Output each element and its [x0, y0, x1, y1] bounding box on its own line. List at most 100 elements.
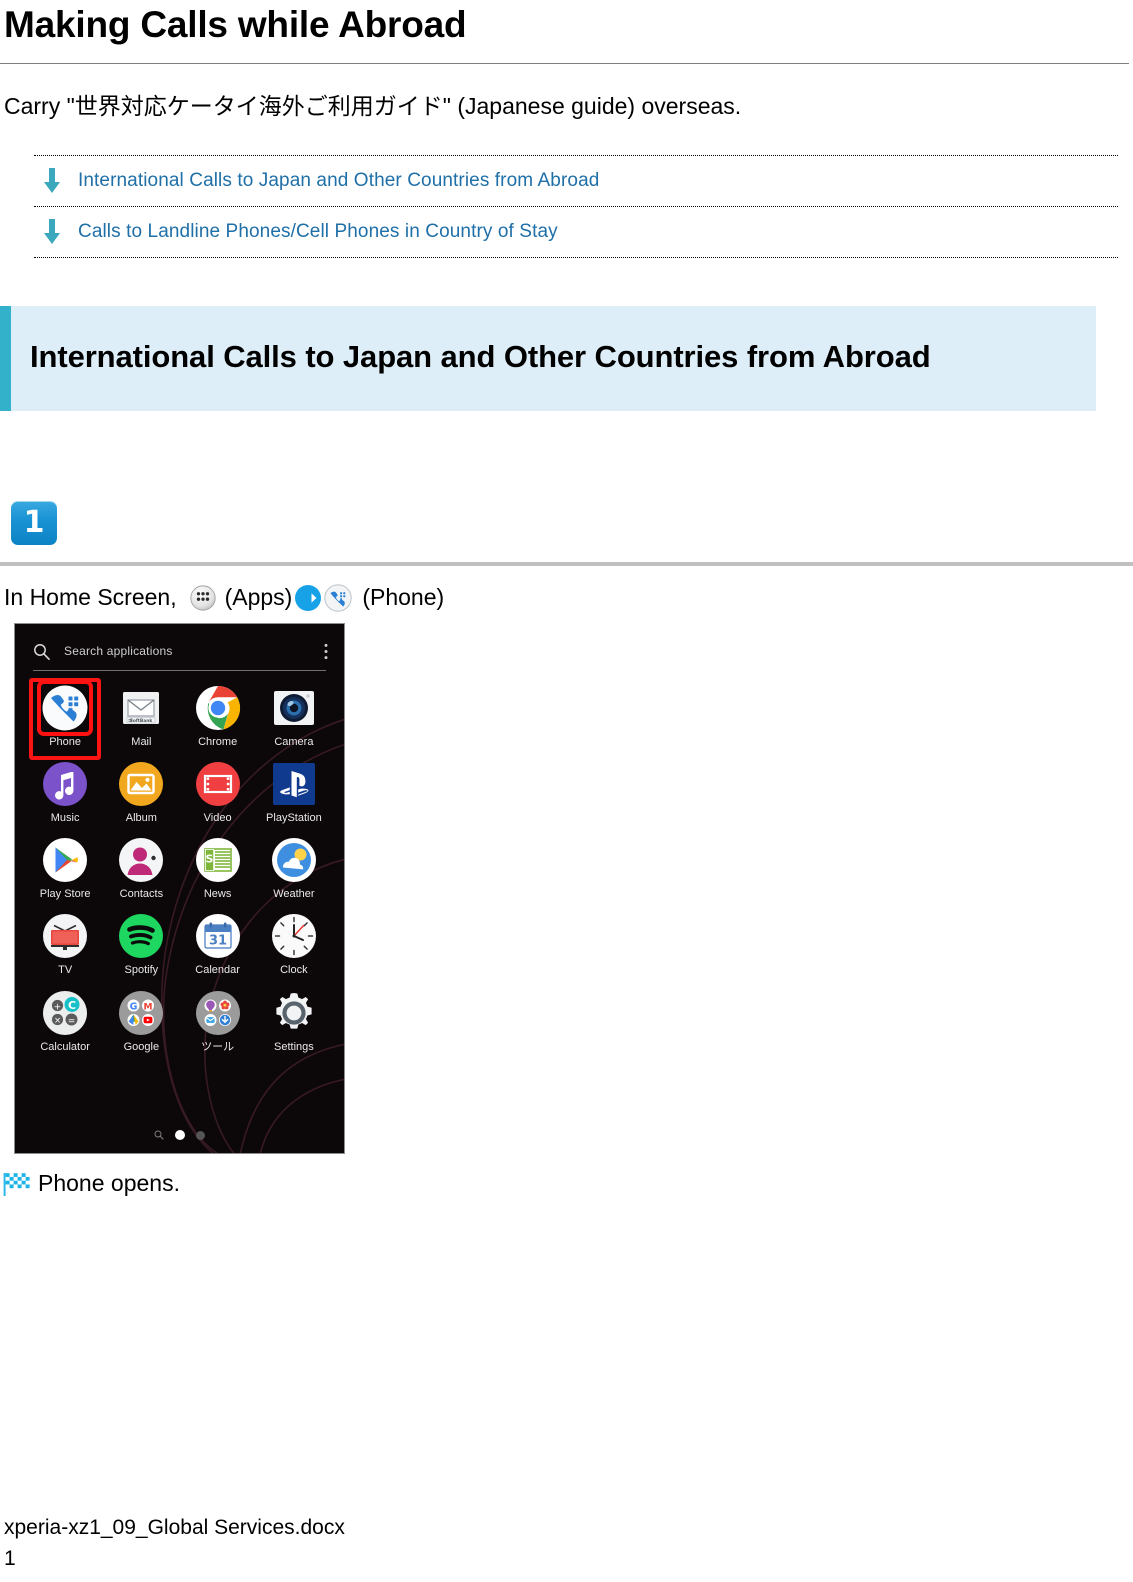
footer: xperia-xz1_09_Global Services.docx 1	[4, 1513, 345, 1574]
app-label: Google	[123, 1040, 160, 1053]
arrow-right-circle-icon	[295, 585, 322, 612]
step-result-text: Phone opens.	[38, 1170, 180, 1197]
svg-text:31: 31	[209, 934, 227, 949]
app-cell-google-folder[interactable]: G M Google	[103, 989, 179, 1053]
app-cell-playstation[interactable]: PlayStation	[256, 760, 332, 824]
app-cell-phone[interactable]: Phone	[27, 678, 103, 761]
search-applications-bar[interactable]: Search applications	[27, 638, 332, 664]
app-cell-video[interactable]: Video	[180, 760, 256, 824]
app-cell-chrome[interactable]: Chrome	[180, 684, 256, 748]
search-icon[interactable]	[154, 1130, 164, 1140]
page-dot[interactable]	[196, 1130, 205, 1140]
contacts-app-icon	[119, 838, 164, 883]
step-number-badge: 1	[11, 501, 57, 546]
app-label: PlayStation	[266, 812, 322, 825]
app-cell-play-store[interactable]: Play Store	[27, 836, 103, 900]
section-heading-band: International Calls to Japan and Other C…	[0, 305, 1096, 412]
phone-app-icon	[37, 680, 94, 737]
tools-folder-icon	[195, 990, 240, 1035]
google-folder-icon: G M	[119, 990, 164, 1035]
app-cell-tv[interactable]: TV	[27, 912, 103, 976]
app-cell-mail[interactable]: SoftBank Mail	[103, 684, 179, 748]
svg-text:C: C	[68, 998, 76, 1011]
overflow-menu-icon[interactable]	[324, 643, 328, 660]
app-cell-calendar[interactable]: 31 Calendar	[180, 912, 256, 976]
phone-app-icon	[324, 584, 352, 612]
chrome-app-icon	[195, 686, 240, 731]
svg-text:+: +	[54, 1002, 62, 1012]
app-label: Calculator	[40, 1040, 90, 1053]
spotify-app-icon	[119, 914, 164, 959]
search-input[interactable]: Search applications	[64, 644, 324, 658]
step-instruction-prefix: In Home Screen,	[4, 584, 177, 611]
app-cell-spotify[interactable]: Spotify	[103, 912, 179, 976]
calendar-app-icon: 31	[195, 914, 240, 959]
settings-app-icon	[276, 992, 312, 1029]
app-cell-settings[interactable]: Settings	[256, 989, 332, 1053]
phone-screenshot: Search applications Phone SoftBank Mail …	[14, 623, 345, 1155]
list-item[interactable]: Calls to Landline Phones/Cell Phones in …	[34, 207, 1118, 258]
phone-screen-content: Search applications Phone SoftBank Mail …	[15, 624, 344, 1153]
app-label: News	[203, 888, 232, 901]
jump-link-label[interactable]: International Calls to Japan and Other C…	[78, 170, 599, 192]
app-cell-clock[interactable]: Clock	[256, 912, 332, 976]
app-label: TV	[58, 964, 73, 977]
app-label: ツール	[201, 1040, 235, 1053]
app-cell-calculator[interactable]: + C × = Calculator	[27, 989, 103, 1053]
step-instruction: In Home Screen, (Apps) (Phone)	[0, 566, 1133, 613]
jump-link-label[interactable]: Calls to Landline Phones/Cell Phones in …	[78, 221, 558, 243]
app-label: Play Store	[39, 888, 91, 901]
tv-app-icon	[43, 914, 88, 959]
clock-app-icon	[271, 914, 316, 959]
apps-label: (Apps)	[224, 584, 293, 611]
camera-app-icon	[273, 691, 314, 726]
mail-app-icon: SoftBank	[123, 692, 160, 725]
app-cell-album[interactable]: Album	[103, 760, 179, 824]
svg-text:×: ×	[54, 1016, 61, 1026]
page-title: Making Calls while Abroad	[4, 4, 467, 45]
step-badge-container: 1	[0, 501, 1133, 546]
svg-text:S: S	[205, 853, 213, 866]
jump-link-list: International Calls to Japan and Other C…	[34, 154, 1118, 258]
page-dot-active[interactable]	[175, 1130, 185, 1141]
app-cell-weather[interactable]: Weather	[256, 836, 332, 900]
app-label: Contacts	[119, 888, 164, 901]
section-heading: International Calls to Japan and Other C…	[30, 338, 931, 374]
svg-text:M: M	[144, 1002, 153, 1012]
music-app-icon	[43, 762, 88, 807]
app-cell-music[interactable]: Music	[27, 760, 103, 824]
home-page-indicator[interactable]	[15, 1130, 344, 1141]
app-label: Album	[125, 812, 157, 825]
app-label: Video	[203, 812, 232, 825]
svg-text:=: =	[68, 1016, 76, 1026]
app-label: Music	[50, 812, 80, 825]
arrow-down-icon	[44, 167, 60, 193]
app-label: Camera	[274, 736, 314, 749]
weather-app-icon	[271, 838, 316, 883]
album-app-icon	[119, 762, 164, 807]
app-cell-contacts[interactable]: Contacts	[103, 836, 179, 900]
phone-label: (Phone)	[362, 584, 445, 611]
app-cell-news[interactable]: S News	[180, 836, 256, 900]
svg-text:SoftBank: SoftBank	[130, 718, 153, 724]
app-cell-camera[interactable]: Camera	[256, 684, 332, 748]
svg-text:G: G	[130, 1001, 138, 1012]
footer-page-number: 1	[4, 1546, 16, 1570]
list-item[interactable]: International Calls to Japan and Other C…	[34, 156, 1118, 207]
app-label: Mail	[131, 736, 152, 749]
app-label: Settings	[274, 1040, 314, 1053]
news-app-icon: S	[195, 838, 240, 883]
checkered-flag-icon	[3, 1172, 30, 1196]
play-store-app-icon	[43, 838, 88, 883]
intro-paragraph: Carry "世界対応ケータイ海外ご利用ガイド" (Japanese guide…	[4, 92, 742, 119]
app-label: Chrome	[198, 736, 238, 749]
search-icon	[34, 643, 50, 660]
calculator-app-icon: + C × =	[43, 990, 88, 1035]
apps-drawer-icon	[189, 585, 216, 611]
app-cell-tools-folder[interactable]: ツール	[180, 989, 256, 1053]
footer-filename: xperia-xz1_09_Global Services.docx	[4, 1516, 345, 1540]
app-grid: Phone SoftBank Mail Chrome Camera Music …	[27, 678, 332, 1053]
app-label: Spotify	[124, 964, 159, 977]
app-label: Clock	[280, 964, 308, 977]
search-bar-underline	[33, 670, 326, 672]
